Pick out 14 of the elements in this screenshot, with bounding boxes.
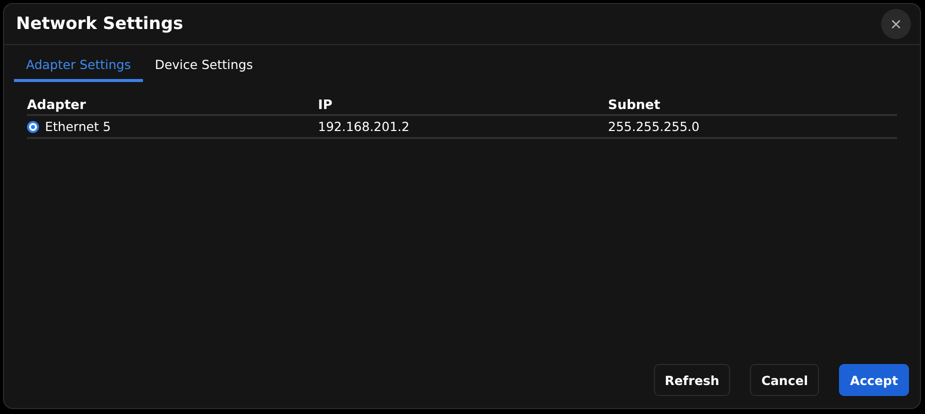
- tab[interactable]: Adapter Settings: [14, 53, 143, 82]
- table-cell: 255.255.255.0: [608, 119, 700, 134]
- dialog-button[interactable]: Refresh: [654, 364, 730, 396]
- column-header: Subnet: [608, 98, 662, 113]
- close-button[interactable]: ×: [881, 9, 911, 39]
- radio-button[interactable]: [27, 120, 39, 132]
- column-header: Adapter: [27, 98, 87, 113]
- tab[interactable]: Device Settings: [142, 53, 265, 82]
- table-cell: Ethernet 5: [45, 119, 111, 134]
- accept-button[interactable]: Accept: [839, 364, 909, 396]
- dialog-button[interactable]: Cancel: [750, 364, 819, 396]
- window-title: Network Settings: [16, 14, 184, 34]
- table-cell: 192.168.201.2: [318, 119, 410, 134]
- column-header: IP: [318, 98, 334, 113]
